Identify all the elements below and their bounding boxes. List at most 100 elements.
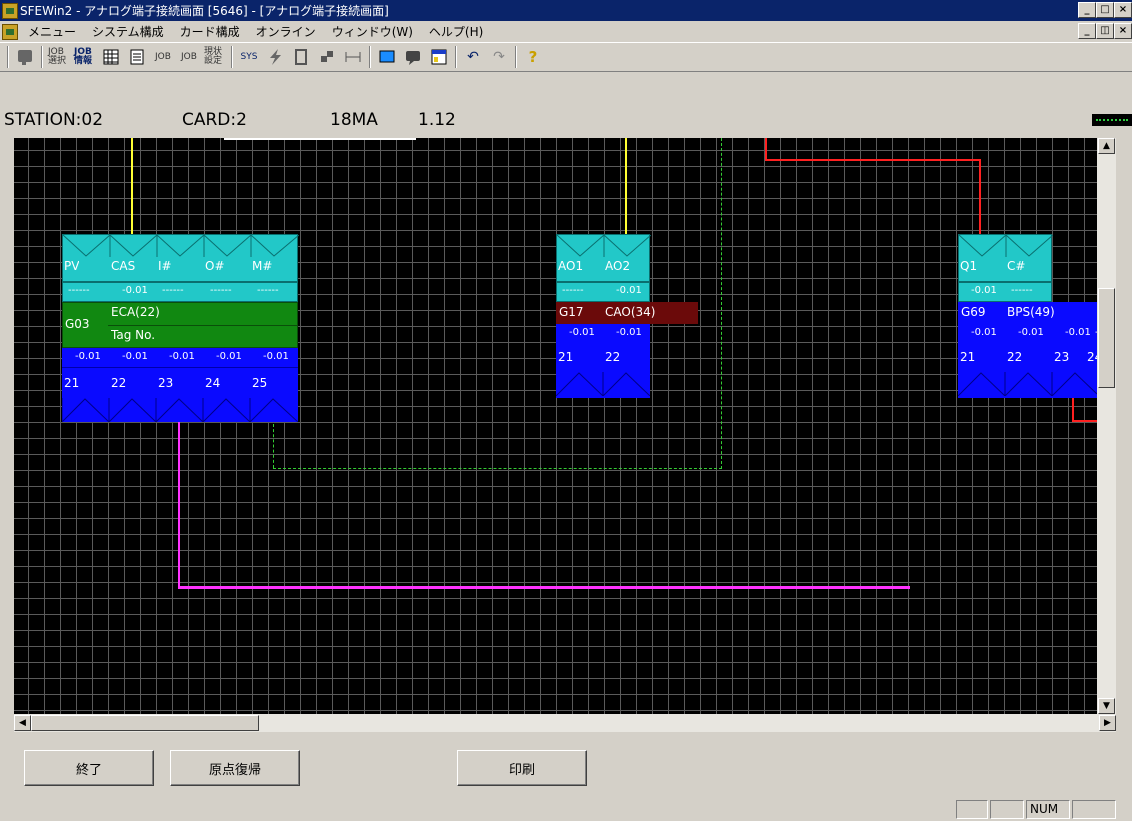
function-block-g03[interactable]: PV CAS I# O# M# ------ -0.01 ------ ----… [62, 234, 299, 422]
toolbar: JOB 選択 JOB 情報 JOB JOB 現状 設定 SYS ↶ ↷ ? [0, 42, 1132, 72]
line-legend [1092, 114, 1132, 126]
input-value: ------ [68, 285, 90, 296]
job-icon-1[interactable]: JOB [152, 46, 174, 68]
current-setting-icon[interactable]: 現状 設定 [204, 46, 226, 68]
undo-icon[interactable]: ↶ [462, 46, 484, 68]
input-value: -0.01 [971, 285, 997, 296]
block-name: CAO(34) [605, 305, 656, 319]
minimize-button[interactable]: _ [1078, 2, 1096, 18]
input-port-label: I# [158, 259, 172, 273]
table-icon[interactable] [428, 46, 450, 68]
input-port-label: AO2 [605, 259, 631, 273]
exit-button[interactable]: 終了 [24, 750, 154, 786]
lightning-icon[interactable] [264, 46, 286, 68]
menu-item-system[interactable]: システム構成 [84, 22, 172, 42]
redo-icon[interactable]: ↷ [488, 46, 510, 68]
window-title: SFEWin2 - アナログ端子接続画面 [5646] - [アナログ端子接続画… [20, 4, 389, 18]
red-wire-out [1072, 398, 1074, 422]
output-value: -0.01 [216, 351, 242, 362]
input-value: -0.01 [616, 285, 642, 296]
job-select-icon[interactable]: JOB 選択 [48, 46, 70, 68]
menu-bar: メニュー システム構成 カード構成 オンライン ウィンドウ(W) ヘルプ(H) … [0, 21, 1132, 42]
output-value: -0.01 [569, 327, 595, 338]
input-port-header [958, 234, 1053, 282]
toolbar-separator [369, 46, 371, 68]
output-value: -0.01 [971, 327, 997, 338]
input-port-label: C# [1007, 259, 1026, 273]
status-cell [1072, 800, 1116, 819]
connection-canvas[interactable]: PV CAS I# O# M# ------ -0.01 ------ ----… [14, 138, 1097, 714]
scroll-left-button[interactable]: ◀ [14, 715, 31, 731]
scroll-up-button[interactable]: ▲ [1098, 138, 1115, 154]
input-value: ------ [257, 285, 279, 296]
output-value: -0.01 [1018, 327, 1044, 338]
chat-icon[interactable] [402, 46, 424, 68]
red-wire-q1 [765, 159, 981, 161]
info-bar: STATION:02 CARD:2 18MA 1.12 [0, 104, 1132, 134]
red-wire-q1 [765, 138, 767, 160]
help-icon[interactable]: ? [522, 46, 544, 68]
menu-item-online[interactable]: オンライン [248, 22, 324, 42]
green-dotted-wire [721, 138, 722, 469]
toolbar-separator [41, 46, 43, 68]
output-value: -0.01 [263, 351, 289, 362]
menu-item-window[interactable]: ウィンドウ(W) [324, 22, 421, 42]
output-port-label: 24 [1087, 350, 1097, 364]
vertical-scrollbar[interactable]: ▲ ▼ [1097, 138, 1116, 714]
block-name: ECA(22) [111, 305, 160, 319]
document-icon[interactable] [290, 46, 312, 68]
num-lock-indicator: NUM [1026, 800, 1070, 819]
green-dotted-wire [273, 468, 722, 469]
version-label: 1.12 [418, 110, 456, 130]
sys-icon[interactable]: SYS [238, 46, 260, 68]
page-icon[interactable] [126, 46, 148, 68]
block-tag: Tag No. [111, 328, 156, 342]
monitor-icon[interactable] [376, 46, 398, 68]
menu-item-menu[interactable]: メニュー [20, 22, 84, 42]
output-port-label: 21 [558, 350, 574, 364]
input-port-label: CAS [111, 259, 136, 273]
scroll-down-button[interactable]: ▼ [1098, 698, 1115, 714]
output-port-label: 22 [605, 350, 621, 364]
output-port-chevrons [62, 398, 298, 422]
step-icon[interactable] [342, 46, 364, 68]
function-block-g69[interactable]: Q1 C# -0.01 ------ G69 BPS(49) -0.01 -0.… [958, 234, 1097, 398]
menu-item-help[interactable]: ヘルプ(H) [421, 22, 491, 42]
output-port-label: 24 [205, 376, 221, 390]
scroll-right-button[interactable]: ▶ [1099, 715, 1116, 731]
output-port-label: 23 [1054, 350, 1070, 364]
output-value: -0.01 [75, 351, 101, 362]
input-port-label: M# [252, 259, 273, 273]
maximize-button[interactable]: □ [1096, 2, 1114, 18]
origin-return-button[interactable]: 原点復帰 [170, 750, 300, 786]
input-value: ------ [1011, 285, 1033, 296]
vertical-scroll-thumb[interactable] [1098, 288, 1115, 388]
input-port-header [62, 234, 299, 282]
menu-item-card[interactable]: カード構成 [172, 22, 248, 42]
card-label: CARD:2 [182, 110, 247, 130]
close-button[interactable]: × [1114, 2, 1132, 18]
magenta-wire [178, 586, 910, 589]
input-port-label: Q1 [960, 259, 978, 273]
function-block-g17[interactable]: AO1 AO2 ------ -0.01 G17 CAO(34) -0.01 -… [556, 234, 698, 398]
output-value: -0.01 [1065, 327, 1091, 338]
job-info-icon[interactable]: JOB 情報 [74, 46, 96, 68]
block-id: G69 [961, 305, 986, 319]
grid-icon[interactable] [100, 46, 122, 68]
output-port-label: 23 [158, 376, 174, 390]
document-icon[interactable] [2, 23, 18, 40]
output-port-label: 21 [64, 376, 80, 390]
mdi-close-button[interactable]: × [1114, 23, 1132, 39]
flag-icon[interactable] [14, 46, 36, 68]
app-icon[interactable] [2, 2, 18, 19]
horizontal-scroll-thumb[interactable] [31, 715, 259, 731]
mdi-minimize-button[interactable]: _ [1078, 23, 1096, 39]
print-button[interactable]: 印刷 [457, 750, 587, 786]
connector-icon[interactable] [316, 46, 338, 68]
block-id: G17 [559, 305, 584, 319]
input-value: ------ [162, 285, 184, 296]
job-icon-2[interactable]: JOB [178, 46, 200, 68]
horizontal-scrollbar[interactable]: ◀ ▶ [14, 714, 1116, 732]
input-port-label: AO1 [558, 259, 584, 273]
mdi-restore-button[interactable]: ◫ [1096, 23, 1114, 39]
